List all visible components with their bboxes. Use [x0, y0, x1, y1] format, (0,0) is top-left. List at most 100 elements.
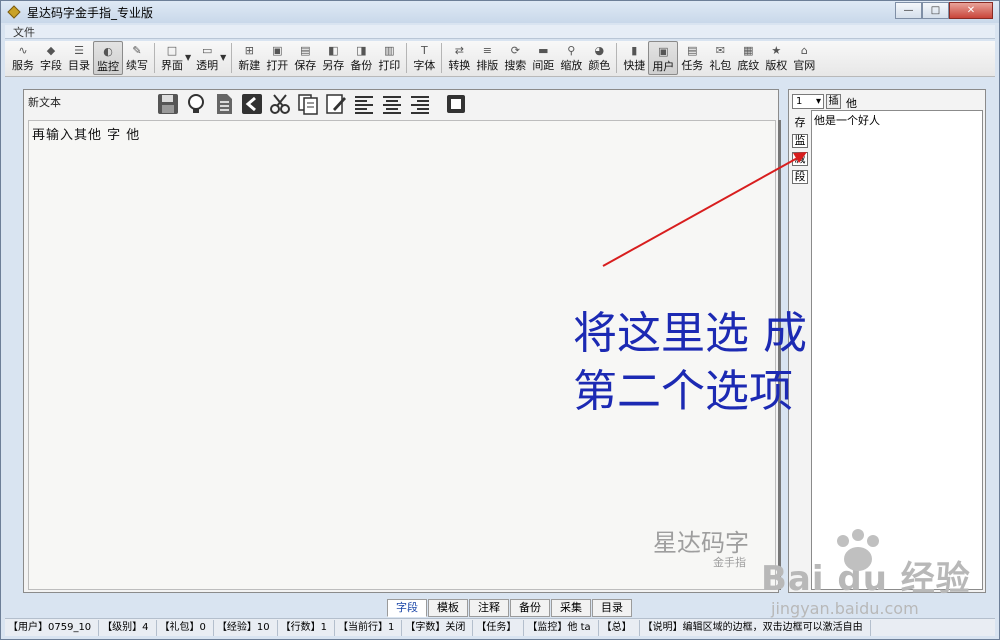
toolbar-button-label: 打开 — [266, 59, 289, 72]
save-icon[interactable] — [156, 92, 180, 116]
paw-icon — [837, 529, 879, 571]
status-item: 【总】 — [599, 619, 640, 636]
toolbar-button-18[interactable]: ⚲ 缩放 — [557, 41, 585, 75]
current-word: 他 — [846, 97, 857, 110]
copy-icon[interactable] — [296, 92, 320, 116]
minimize-button[interactable]: — — [895, 2, 922, 19]
status-item: 【当前行】1 — [335, 619, 403, 636]
toolbar-button-24[interactable]: ▦ 底纹 — [734, 41, 762, 75]
status-item: 【礼包】0 — [157, 619, 214, 636]
toolbar-button-7[interactable]: ⊞ 新建 — [235, 41, 263, 75]
toolbar-button-6[interactable]: ▭ 透明 — [193, 41, 221, 75]
toolbar-button-1[interactable]: ◆ 字段 — [37, 41, 65, 75]
maximize-button[interactable]: □ — [922, 2, 949, 19]
toolbar-button-2[interactable]: ☰ 目录 — [65, 41, 93, 75]
zoom-icon: ⚲ — [567, 43, 576, 57]
toolbar-button-10[interactable]: ◧ 另存 — [319, 41, 347, 75]
toolbar-button-label: 字段 — [40, 59, 62, 72]
toolbar-button-11[interactable]: ◨ 备份 — [347, 41, 375, 75]
tab-collect[interactable]: 采集 — [551, 599, 591, 617]
baidu-url: jingyan.baidu.com — [771, 599, 919, 618]
align-left-icon[interactable] — [352, 92, 376, 116]
editor-toolbar — [156, 92, 468, 116]
toolbar-button-label: 官网 — [793, 59, 816, 72]
shortcut-icon: ▮ — [631, 43, 638, 57]
toolbar-button-label: 转换 — [448, 59, 471, 72]
window-title: 星达码字金手指_专业版 — [27, 5, 154, 20]
word-list[interactable]: 他是一个好人 — [811, 110, 983, 590]
toolbar-button-14[interactable]: ⇄ 转换 — [445, 41, 473, 75]
toolbar-button-17[interactable]: ▬ 间距 — [529, 41, 557, 75]
tab-field[interactable]: 字段 — [387, 599, 427, 617]
print-icon: ▥ — [384, 43, 395, 57]
list-item[interactable]: 他是一个好人 — [812, 111, 982, 129]
side-options: 存 监 减 段 — [792, 114, 810, 188]
toolbar-button-22[interactable]: ▤ 任务 — [678, 41, 706, 75]
toolbar-button-23[interactable]: ✉ 礼包 — [706, 41, 734, 75]
layout-icon: ≡ — [482, 43, 492, 57]
tab-template[interactable]: 模板 — [428, 599, 468, 617]
toolbar-button-26[interactable]: ⌂ 官网 — [790, 41, 818, 75]
toolbar-button-8[interactable]: ▣ 打开 — [263, 41, 291, 75]
pen-icon: ✎ — [132, 43, 142, 57]
spacing-icon: ▬ — [538, 43, 549, 57]
status-item: 【监控】他 ta — [524, 619, 599, 636]
align-center-icon[interactable] — [380, 92, 404, 116]
scissors-icon[interactable] — [268, 92, 292, 116]
toolbar-button-0[interactable]: ∿ 服务 — [9, 41, 37, 75]
new-icon: ⊞ — [244, 43, 254, 57]
convert-icon: ⇄ — [454, 43, 464, 57]
toolbar-button-label: 缩放 — [560, 59, 583, 72]
toolbar-button-13[interactable]: T 字体 — [410, 41, 438, 75]
document-icon[interactable] — [212, 92, 236, 116]
color-icon: ◕ — [594, 43, 605, 57]
shield-icon: ◐ — [103, 44, 113, 58]
menu-file[interactable]: 文件 — [5, 26, 35, 39]
status-item: 【说明】编辑区域的边框，双击边框可以激活自由 — [640, 619, 871, 636]
tab-backup[interactable]: 备份 — [510, 599, 550, 617]
user-icon: ▣ — [658, 44, 669, 58]
toolbar-button-25[interactable]: ★ 版权 — [762, 41, 790, 75]
toolbar-button-label: 颜色 — [588, 59, 611, 72]
tab-directory[interactable]: 目录 — [592, 599, 632, 617]
document-title[interactable]: 新文本 — [28, 94, 61, 110]
toolbar-button-9[interactable]: ▤ 保存 — [291, 41, 319, 75]
side-option-paragraph[interactable]: 段 — [792, 170, 808, 184]
title-bar[interactable]: 星达码字金手指_专业版 — □ ✕ — [1, 1, 999, 23]
side-option-reduce[interactable]: 减 — [792, 152, 808, 166]
toolbar-button-4[interactable]: ✎ 续写 — [123, 41, 151, 75]
toolbar-button-5[interactable]: □ 界面 — [158, 41, 186, 75]
toolbar-separator — [406, 43, 408, 73]
back-arrow-icon[interactable] — [240, 92, 264, 116]
status-item: 【经验】10 — [214, 619, 278, 636]
status-bar: 【用户】0759_10 【级别】4 【礼包】0 【经验】10 【行数】1 【当前行】1 【字… — [5, 618, 995, 636]
side-option-monitor[interactable]: 监 — [792, 134, 808, 148]
group-select[interactable]: 1 — [792, 94, 824, 109]
toolbar-button-12[interactable]: ▥ 打印 — [375, 41, 403, 75]
close-button[interactable]: ✕ — [949, 2, 993, 19]
gift-icon: ✉ — [715, 43, 725, 57]
toolbar-button-15[interactable]: ≡ 排版 — [473, 41, 501, 75]
edit-icon[interactable] — [324, 92, 348, 116]
toolbar-button-19[interactable]: ◕ 颜色 — [585, 41, 613, 75]
side-option-save[interactable]: 存 — [792, 114, 808, 130]
toolbar-button-label: 目录 — [68, 59, 90, 72]
rss-icon: ∿ — [18, 43, 28, 57]
bulb-icon[interactable] — [184, 92, 208, 116]
status-item: 【行数】1 — [278, 619, 336, 636]
tab-notes[interactable]: 注释 — [469, 599, 509, 617]
editor-content[interactable]: 再输入其他 字 他 — [32, 124, 140, 143]
toolbar-button-label: 透明 — [196, 59, 219, 72]
annotation-line-2: 第二个选项 — [573, 366, 793, 417]
font-icon: T — [420, 43, 428, 57]
search-icon: ⟳ — [510, 43, 520, 57]
list-icon: ☰ — [74, 43, 84, 57]
fullscreen-icon[interactable] — [444, 92, 468, 116]
toolbar-button-16[interactable]: ⟳ 搜索 — [501, 41, 529, 75]
toolbar-button-20[interactable]: ▮ 快捷 — [620, 41, 648, 75]
toolbar-button-21[interactable]: ▣ 用户 — [648, 41, 679, 75]
toolbar-button-label: 打印 — [378, 59, 401, 72]
insert-button[interactable]: 插 — [826, 94, 841, 109]
toolbar-button-3[interactable]: ◐ 监控 — [93, 41, 123, 75]
align-right-icon[interactable] — [408, 92, 432, 116]
